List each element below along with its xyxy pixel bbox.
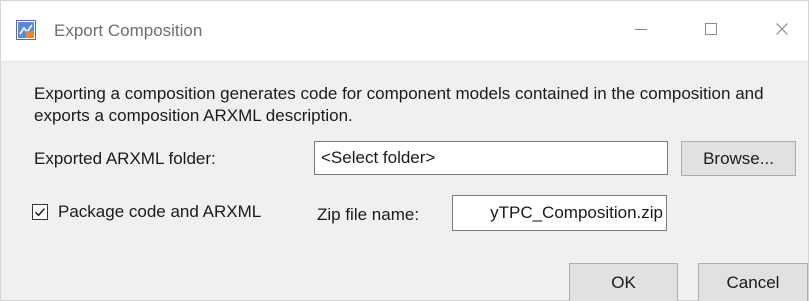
checkbox-box[interactable] [32, 204, 48, 220]
package-checkbox[interactable]: Package code and ARXML [32, 202, 261, 222]
title-bar[interactable]: Export Composition [1, 1, 808, 62]
minimize-icon [633, 21, 649, 42]
maximize-button[interactable] [691, 13, 731, 49]
browse-button[interactable]: Browse... [681, 141, 796, 176]
checkmark-icon [34, 208, 46, 217]
zip-file-name-label: Zip file name: [317, 205, 420, 224]
window-title: Export Composition [54, 21, 203, 40]
maximize-icon [703, 21, 719, 42]
close-icon [774, 21, 790, 42]
close-button[interactable] [762, 13, 802, 49]
package-checkbox-label: Package code and ARXML [58, 202, 262, 221]
zip-file-name-input[interactable] [452, 195, 667, 231]
minimize-button[interactable] [621, 13, 661, 49]
cancel-button[interactable]: Cancel [698, 263, 808, 301]
ok-button[interactable]: OK [569, 263, 678, 301]
description-text: Exporting a composition generates code f… [34, 84, 764, 125]
simulink-app-icon [16, 20, 36, 40]
export-composition-dialog: Export Composition Exporting a compositi… [0, 0, 809, 301]
exported-folder-label: Exported ARXML folder: [34, 149, 216, 168]
folder-input[interactable] [314, 141, 668, 175]
